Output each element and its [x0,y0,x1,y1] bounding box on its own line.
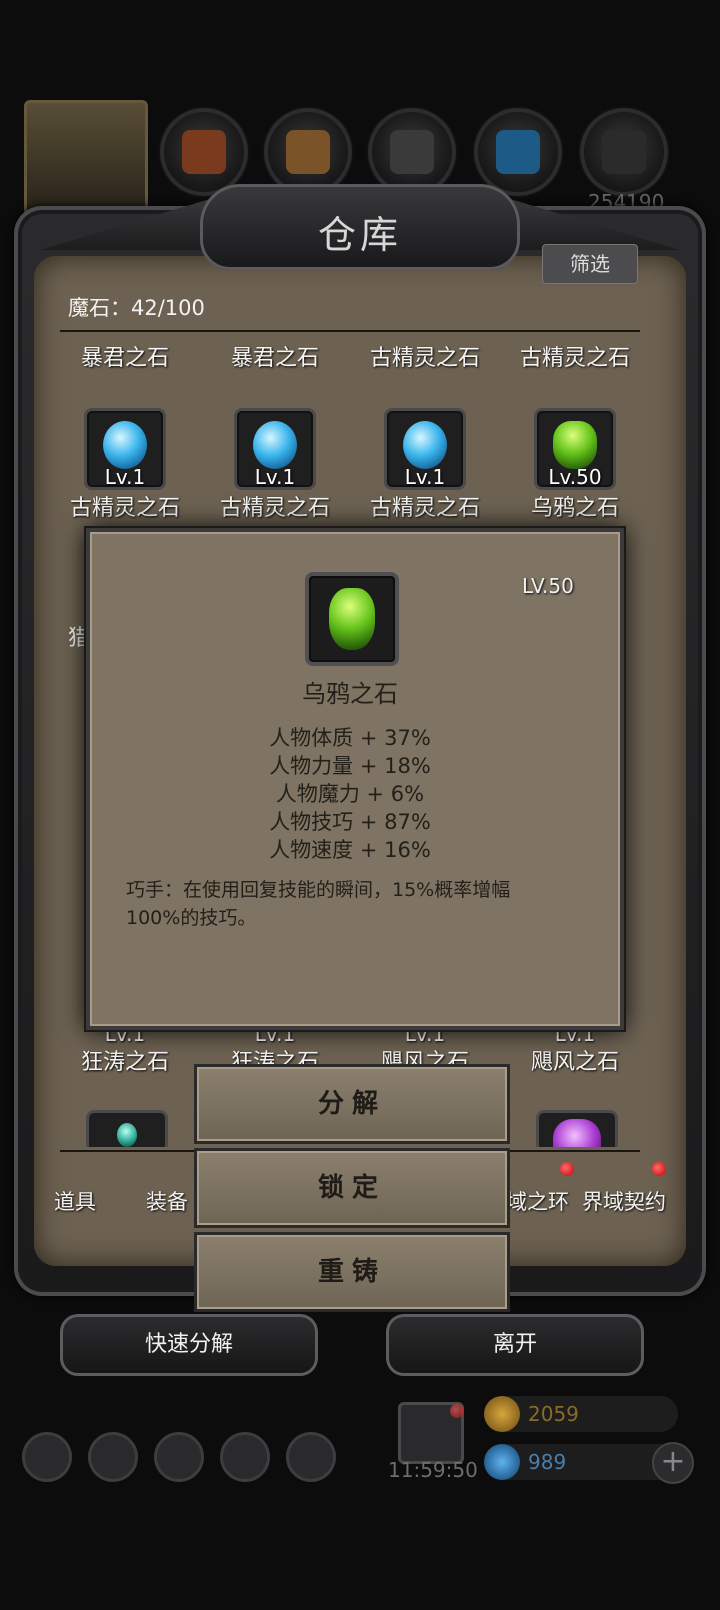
obsidian-resource-icon [580,108,668,196]
skill-description: 巧手：在使用回复技能的瞬间，15%概率增幅100%的技巧。 [126,879,511,929]
grid-item[interactable]: 暴君之石 [200,340,350,372]
add-currency-icon[interactable]: + [652,1442,694,1484]
iron-resource-icon [368,108,456,196]
leave-button[interactable]: 离开 [386,1314,644,1376]
grid-item[interactable]: 暴君之石 [50,340,200,372]
recast-button[interactable]: 重铸 [194,1232,510,1312]
stat-line: 人物速度 + 16% [269,838,431,862]
gem-amount: 989 [528,1450,567,1474]
item-level: Lv.1 [104,465,146,489]
item-slot-partial[interactable] [536,1110,618,1147]
settings-icon[interactable] [22,1432,72,1482]
item-name: 古精灵之石 [519,346,630,371]
gold-coin-icon [484,1396,520,1432]
quick-decompose-button[interactable]: 快速分解 [60,1314,318,1376]
filter-button[interactable]: 筛选 [542,244,638,284]
notification-dot [560,1162,574,1176]
item-name: 暴君之石 [230,346,319,371]
tab-realm-ring[interactable]: 域之环 [506,1186,569,1216]
item-name: 古精灵之石 [369,496,480,521]
purple-gem-icon [553,1119,601,1147]
blue-gem-icon [403,421,447,469]
item-name: 古精灵之石 [369,346,480,371]
stat-line: 人物体质 + 37% [269,726,431,750]
item-slot-partial[interactable] [86,1110,168,1147]
gift-timer: 11:59:50 [388,1458,478,1482]
item-name: 古精灵之石 [69,496,180,521]
tab-equipment[interactable]: 装备 [146,1186,188,1216]
capacity-counter: 魔石：42/100 [68,296,205,320]
tab-items[interactable]: 道具 [54,1186,96,1216]
achievement-icon[interactable] [88,1432,138,1482]
grid-item[interactable]: Lv.1 古精灵之石 [50,408,200,522]
stat-line: 人物魔力 + 6% [275,782,425,806]
notification-dot [652,1162,666,1176]
cube-icon[interactable] [286,1432,336,1482]
item-slot: Lv.50 [534,408,616,490]
teal-gem-icon [117,1123,137,1147]
green-crystal-icon [553,421,597,469]
blue-gem-currency-icon [484,1444,520,1480]
popup-item-slot [305,572,399,666]
item-slot: Lv.1 [384,408,466,490]
popup-item-name: 乌鸦之石 [302,680,398,708]
green-crystal-icon [329,588,375,650]
decompose-button[interactable]: 分解 [194,1064,510,1144]
item-name: 暴君之石 [80,346,169,371]
tab-realm-contract[interactable]: 界域契约 [582,1186,666,1216]
crystal-resource-icon [474,108,562,196]
grid-item[interactable]: 古精灵之石 [350,340,500,372]
wood-resource-icon [264,108,352,196]
player-avatar [24,100,148,216]
ore-resource-icon [160,108,248,196]
mail-icon[interactable] [220,1432,270,1482]
grid-item[interactable]: Lv.1 古精灵之石 [200,408,350,522]
page-title: 仓库 [317,213,402,257]
lock-button[interactable]: 锁定 [194,1148,510,1228]
stat-line: 人物力量 + 18% [269,754,431,778]
item-level: Lv.50 [548,465,602,489]
item-slot: Lv.1 [84,408,166,490]
codex-icon[interactable] [154,1432,204,1482]
item-name: 飓风之石 [530,1050,619,1075]
item-level: Lv.1 [254,465,296,489]
grid-item[interactable]: Lv.1 古精灵之石 [350,408,500,522]
item-name: 古精灵之石 [219,496,330,521]
divider [60,330,640,332]
notification-dot [450,1404,464,1418]
blue-gem-icon [103,421,147,469]
item-level: Lv.1 [404,465,446,489]
stat-line: 人物技巧 + 87% [269,810,431,834]
popup-item-level: LV.50 [522,574,574,598]
item-slot: Lv.1 [234,408,316,490]
item-name: 狂涛之石 [80,1050,169,1075]
item-name: 乌鸦之石 [530,496,619,521]
grid-item[interactable]: Lv.50 乌鸦之石 [500,408,650,522]
gold-amount: 2059 [528,1402,579,1426]
blue-gem-icon [253,421,297,469]
grid-item[interactable]: 古精灵之石 [500,340,650,372]
